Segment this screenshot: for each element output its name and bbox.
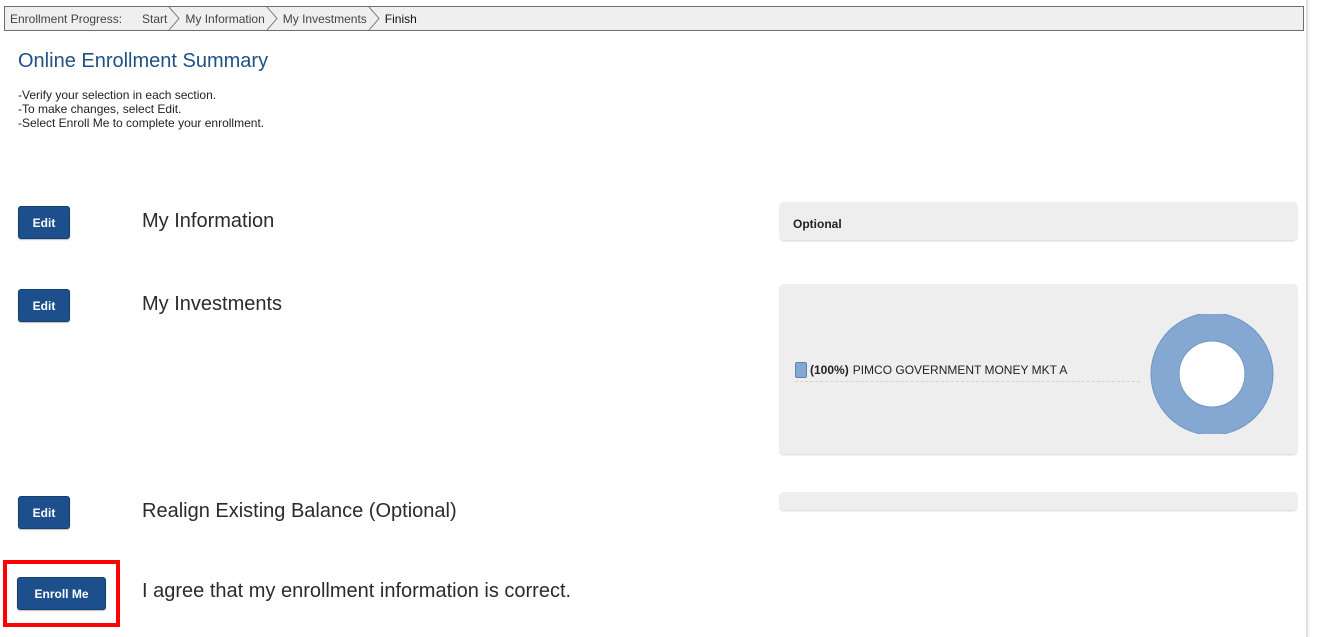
section-title-my-information: My Information (142, 210, 275, 232)
instruction-line: -To make changes, select Edit. (18, 102, 182, 116)
edit-my-information-button[interactable]: Edit (18, 206, 70, 239)
allocation-legend-item: (100%) PIMCO GOVERNMENT MONEY MKT A (795, 359, 1140, 382)
enrollment-progress-bar: Enrollment Progress: Start My Informatio… (4, 6, 1304, 31)
legend-swatch (795, 362, 807, 378)
chevron-right-icon (266, 7, 278, 30)
progress-step-label: Finish (384, 11, 417, 26)
progress-step-start: Start (136, 7, 181, 30)
allocation-donut-chart (1150, 314, 1274, 434)
progress-label: Enrollment Progress: (10, 11, 123, 26)
chevron-right-icon (368, 7, 380, 30)
instruction-line: -Verify your selection in each section. (18, 88, 217, 102)
page-scroll-edge (1306, 0, 1320, 637)
instructions: -Verify your selection in each section. … (18, 88, 264, 130)
section-title-my-investments: My Investments (142, 293, 283, 315)
allocation-fund-name: PIMCO GOVERNMENT MONEY MKT A (852, 363, 1068, 377)
page-title: Online Enrollment Summary (18, 50, 269, 72)
progress-step-my-investments: My Investments (279, 7, 381, 30)
chevron-right-icon (169, 7, 181, 30)
my-information-summary-panel: Optional (780, 202, 1297, 240)
optional-label: Optional (793, 217, 842, 231)
progress-step-label: My Investments (282, 11, 367, 26)
progress-step-label: Start (142, 11, 168, 26)
section-title-realign-balance: Realign Existing Balance (Optional) (142, 500, 457, 522)
edit-my-investments-button[interactable]: Edit (18, 289, 70, 322)
progress-step-label: My Information (185, 11, 265, 26)
progress-step-finish: Finish (381, 7, 431, 30)
realign-balance-summary-panel (780, 492, 1297, 510)
agreement-text: I agree that my enrollment information i… (142, 580, 572, 602)
donut-inner-border (1178, 340, 1246, 408)
my-investments-summary-panel: (100%) PIMCO GOVERNMENT MONEY MKT A (780, 284, 1297, 454)
instruction-line: -Select Enroll Me to complete your enrol… (18, 116, 265, 130)
progress-step-my-information: My Information (181, 7, 278, 30)
enroll-me-button[interactable]: Enroll Me (17, 577, 106, 610)
edit-realign-balance-button[interactable]: Edit (18, 496, 70, 529)
allocation-percent: (100%) (810, 363, 849, 377)
